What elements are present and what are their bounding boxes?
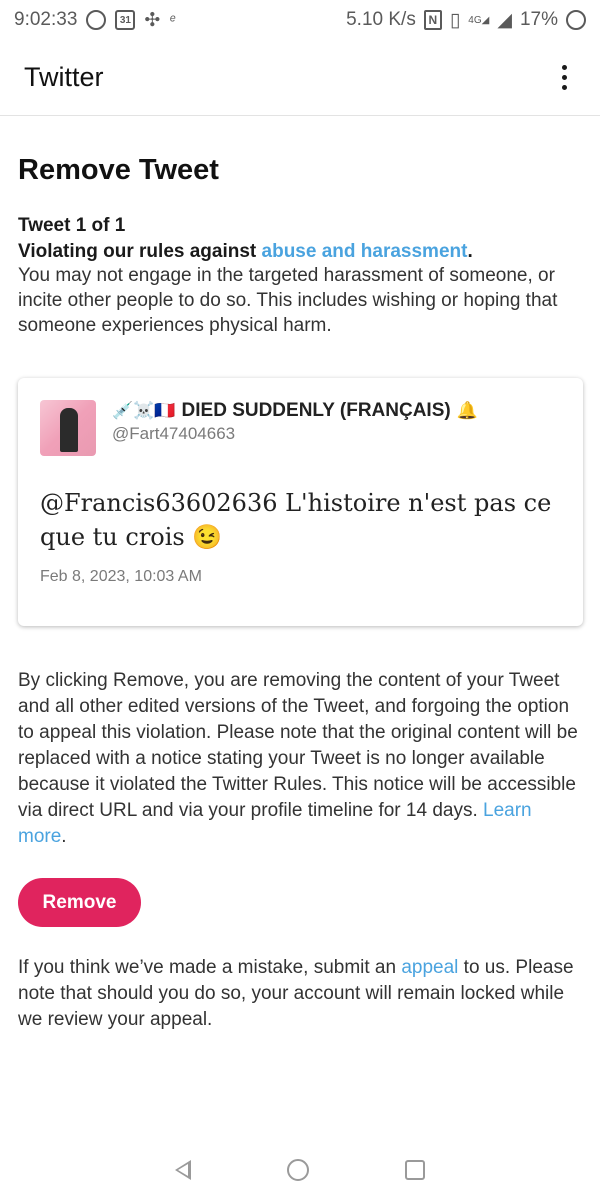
home-icon[interactable] xyxy=(287,1159,309,1181)
back-icon[interactable] xyxy=(175,1160,191,1180)
pinwheel-icon: ✣ xyxy=(144,9,161,31)
app-title: Twitter xyxy=(24,62,104,92)
avatar xyxy=(40,400,96,456)
violation-suffix: . xyxy=(467,241,473,262)
remove-info-end: . xyxy=(61,826,67,847)
dot xyxy=(561,75,567,80)
network-speed: 5.10 K/s xyxy=(346,9,416,30)
tweet-date: Feb 8, 2023, 10:03 AM xyxy=(40,568,202,585)
tweet-text: @Francis63602636 L'histoire n'est pas ce… xyxy=(40,489,552,551)
tweet-user-info: 💉☠️🇫🇷 DIED SUDDENLY (FRANÇAIS) 🔔 @Fart47… xyxy=(112,400,478,456)
main-content: Remove Tweet Tweet 1 of 1 Violating our … xyxy=(18,116,584,1033)
calendar-icon: 31 xyxy=(115,10,136,30)
tweet-count: Tweet 1 of 1 xyxy=(18,215,126,236)
abuse-harassment-link[interactable]: abuse and harassment xyxy=(262,241,468,262)
whatsapp-icon xyxy=(86,10,107,30)
e-app-icon: ᵉ xyxy=(169,11,176,29)
remove-info-text: By clicking Remove, you are removing the… xyxy=(18,670,578,821)
tweet-header: 💉☠️🇫🇷 DIED SUDDENLY (FRANÇAIS) 🔔 @Fart47… xyxy=(40,400,561,456)
signal-4g-icon: 4G ◢ xyxy=(468,14,490,26)
nfc-icon: N xyxy=(423,10,442,30)
dot xyxy=(561,85,567,90)
app-bar: Twitter xyxy=(0,40,600,116)
violation-description: You may not engage in the targeted haras… xyxy=(18,265,558,336)
overflow-menu-icon[interactable] xyxy=(552,58,576,98)
remove-info: By clicking Remove, you are removing the… xyxy=(18,668,584,850)
vibrate-icon: ▯ xyxy=(449,9,461,31)
violation-line: Violating our rules against abuse and ha… xyxy=(18,241,584,263)
network-type: 4G xyxy=(468,14,482,26)
battery-percent: 17% xyxy=(519,9,558,30)
signal-icon: ◢ xyxy=(497,9,512,31)
status-bar: 9:02:33 31 ✣ ᵉ 5.10 K/s N ▯ 4G ◢ ◢ 17% xyxy=(0,0,600,40)
user-display-name: 💉☠️🇫🇷 DIED SUDDENLY (FRANÇAIS) 🔔 xyxy=(112,400,478,422)
tweet-card: 💉☠️🇫🇷 DIED SUDDENLY (FRANÇAIS) 🔔 @Fart47… xyxy=(18,378,583,626)
violation-prefix: Violating our rules against xyxy=(18,241,262,262)
page-title: Remove Tweet xyxy=(18,154,219,186)
display-name-text: DIED SUDDENLY (FRANÇAIS) xyxy=(181,400,451,421)
appeal-prefix: If you think we’ve made a mistake, submi… xyxy=(18,957,402,978)
battery-icon xyxy=(566,10,586,30)
name-prefix-emoji: 💉☠️🇫🇷 xyxy=(112,401,176,420)
recent-apps-icon[interactable] xyxy=(405,1160,425,1180)
appeal-info: If you think we’ve made a mistake, submi… xyxy=(18,955,584,1033)
user-handle: @Fart47404663 xyxy=(112,424,236,443)
remove-button[interactable]: Remove xyxy=(18,878,141,927)
status-time: 9:02:33 xyxy=(14,9,78,30)
appeal-link[interactable]: appeal xyxy=(401,957,458,978)
bell-icon: 🔔 xyxy=(456,401,478,420)
dot xyxy=(561,65,567,70)
navigation-bar xyxy=(0,1140,600,1200)
